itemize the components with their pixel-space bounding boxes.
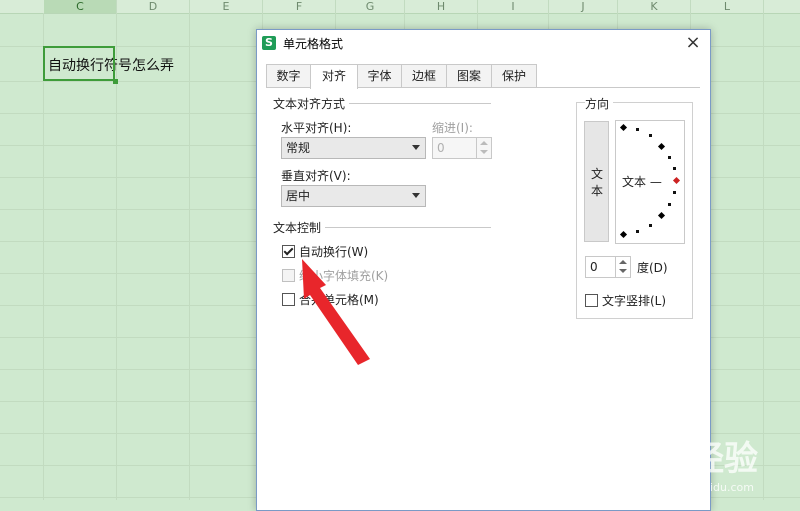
tab-protection[interactable]: 保护 <box>491 64 537 87</box>
tab-number[interactable]: 数字 <box>266 64 311 87</box>
fill-handle[interactable] <box>113 79 118 84</box>
column-header-l[interactable]: L <box>691 0 764 13</box>
vertical-text-button[interactable]: 文 本 <box>584 121 609 242</box>
column-header-f[interactable]: F <box>263 0 336 13</box>
watermark-url: jingyan.baidu.com <box>652 481 754 494</box>
column-header-e[interactable]: E <box>190 0 263 13</box>
indent-value: 0 <box>437 141 445 155</box>
spin-down-icon[interactable] <box>619 269 627 273</box>
text-control-group-title: 文本控制 <box>273 219 326 236</box>
indent-stepper[interactable]: 0 <box>432 137 492 159</box>
vertical-align-value: 居中 <box>286 189 311 203</box>
vertical-text-char-2: 本 <box>591 184 604 198</box>
close-button[interactable]: × <box>682 32 704 54</box>
column-header-h[interactable]: H <box>405 0 478 13</box>
column-header-row: C D E F G H I J K L <box>0 0 800 14</box>
tab-alignment[interactable]: 对齐 <box>310 64 358 89</box>
horizontal-align-label: 水平对齐(H): <box>281 121 352 135</box>
orientation-dial-text: 文本 — <box>622 175 662 189</box>
text-alignment-group-title: 文本对齐方式 <box>273 95 350 112</box>
horizontal-align-value: 常规 <box>286 141 311 155</box>
column-header-d[interactable]: D <box>117 0 190 13</box>
selected-cell-outline <box>43 46 115 81</box>
red-pointer-arrow-icon <box>302 259 370 365</box>
orientation-dial[interactable]: 文本 — <box>615 120 685 244</box>
orientation-indicator-icon <box>672 176 681 185</box>
vertical-text-char-1: 文 <box>591 167 604 181</box>
dropdown-arrow-icon <box>412 193 420 198</box>
degree-label: 度(D) <box>637 261 668 275</box>
indent-label: 缩进(I): <box>432 121 473 135</box>
column-header-j[interactable]: J <box>549 0 618 13</box>
dialog-title: 单元格格式 <box>283 37 344 51</box>
spin-up-icon[interactable] <box>619 260 627 264</box>
baidu-jingyan-watermark: Bai 经验 <box>617 439 758 479</box>
stack-text-label[interactable]: 文字竖排(L) <box>602 292 666 309</box>
stack-text-checkbox[interactable] <box>585 294 598 307</box>
orientation-group-title: 方向 <box>585 95 614 112</box>
column-header-g[interactable]: G <box>336 0 405 13</box>
checkmark-icon <box>283 245 294 256</box>
dialog-titlebar[interactable]: S 单元格格式 × <box>257 30 710 58</box>
degree-value: 0 <box>590 260 598 274</box>
horizontal-align-select[interactable]: 常规 <box>281 137 426 159</box>
vertical-align-select[interactable]: 居中 <box>281 185 426 207</box>
tab-font[interactable]: 字体 <box>357 64 402 87</box>
column-header-c[interactable]: C <box>44 0 117 13</box>
tab-border[interactable]: 边框 <box>401 64 447 87</box>
spin-up-icon[interactable] <box>480 141 488 145</box>
column-header-i[interactable]: I <box>478 0 549 13</box>
tab-pattern[interactable]: 图案 <box>446 64 492 87</box>
degree-stepper[interactable]: 0 <box>585 256 631 278</box>
wrap-text-checkbox[interactable] <box>282 245 295 258</box>
column-header-k[interactable]: K <box>618 0 691 13</box>
shrink-to-fit-checkbox[interactable] <box>282 269 295 282</box>
wps-app-icon: S <box>262 36 276 50</box>
merge-cells-checkbox[interactable] <box>282 293 295 306</box>
spin-down-icon[interactable] <box>480 150 488 154</box>
vertical-align-label: 垂直对齐(V): <box>281 169 351 183</box>
dropdown-arrow-icon <box>412 145 420 150</box>
